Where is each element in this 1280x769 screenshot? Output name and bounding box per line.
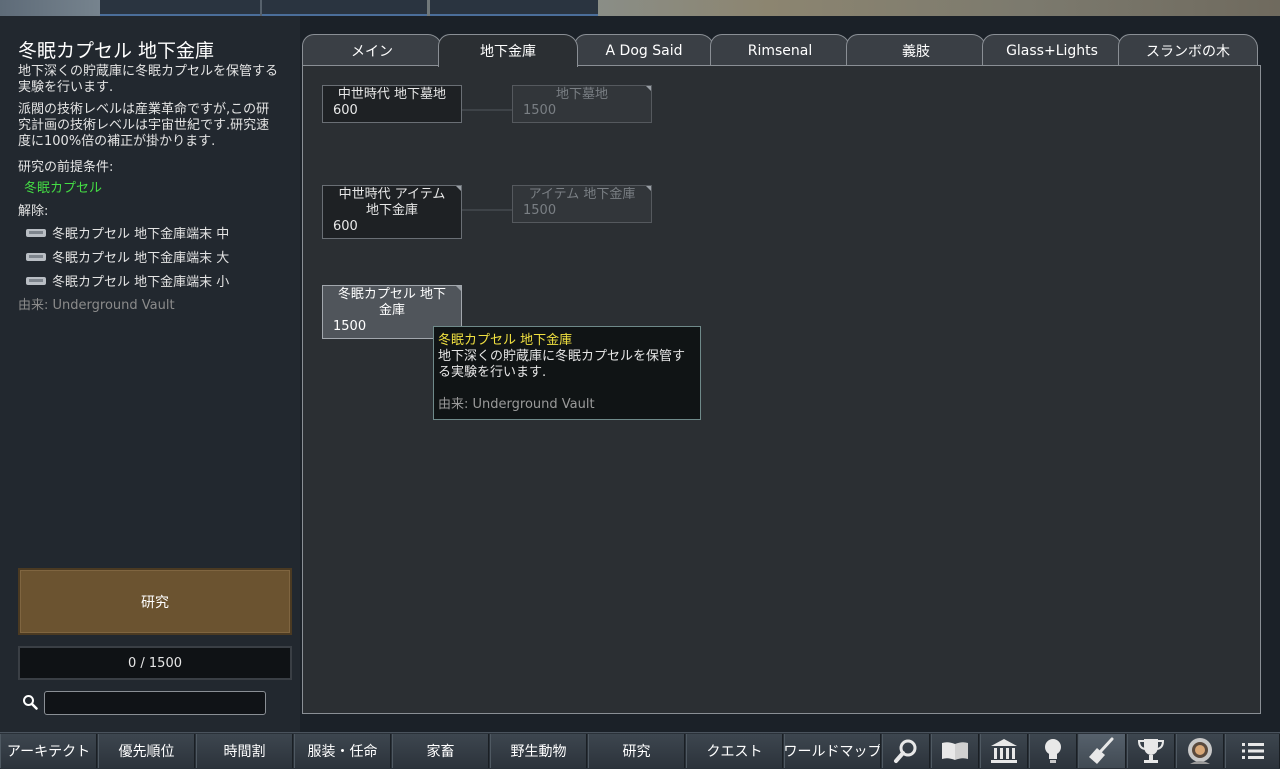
node-cost: 1500	[523, 203, 557, 218]
tree-connector	[462, 209, 512, 211]
project-description: 地下深くの貯蔵庫に冬眠カプセルを保管する実験を行います.	[18, 64, 279, 95]
world-structure	[262, 0, 427, 16]
node-corner-marker	[456, 286, 461, 291]
node-corner-marker	[456, 186, 461, 191]
assign-button[interactable]: 服装・任命	[294, 734, 391, 768]
tab-prosthetics[interactable]: 義肢	[846, 34, 986, 66]
architect-button[interactable]: アーキテクト	[0, 734, 97, 768]
progress-text: 0 / 1500	[128, 655, 182, 671]
node-cost: 1500	[523, 103, 557, 118]
unlock-item[interactable]: 冬眠カプセル 地下金庫端末 中	[26, 223, 229, 242]
book-icon[interactable]	[931, 734, 979, 768]
lightbulb-icon[interactable]	[1029, 734, 1077, 768]
vault-terminal-icon	[26, 227, 46, 239]
node-corner-marker	[646, 86, 651, 91]
tab-main[interactable]: メイン	[302, 34, 442, 66]
search-icon[interactable]	[882, 734, 930, 768]
world-structure	[100, 0, 260, 16]
research-node[interactable]: 中世時代 地下墓地 600	[322, 85, 462, 123]
priorities-button[interactable]: 優先順位	[98, 734, 195, 768]
research-tab-button[interactable]: 研究	[588, 734, 685, 768]
tab-glass-lights[interactable]: Glass+Lights	[982, 34, 1122, 66]
wildlife-button[interactable]: 野生動物	[490, 734, 587, 768]
world-map-button[interactable]: ワールドマップ	[784, 734, 881, 768]
animals-button[interactable]: 家畜	[392, 734, 489, 768]
vault-terminal-icon	[26, 251, 46, 263]
broom-icon[interactable]	[1078, 734, 1126, 768]
prerequisite-item[interactable]: 冬眠カプセル	[24, 177, 102, 196]
world-view-strip	[0, 0, 1280, 16]
node-corner-marker	[646, 186, 651, 191]
trophy-icon[interactable]	[1127, 734, 1175, 768]
tab-underground-vault[interactable]: 地下金庫	[438, 34, 578, 67]
unlock-item[interactable]: 冬眠カプセル 地下金庫端末 大	[26, 247, 229, 266]
research-tabs: メイン 地下金庫 A Dog Said Rimsenal 義肢 Glass+Li…	[302, 34, 1262, 67]
mod-source: 由来: Underground Vault	[18, 298, 175, 313]
vault-terminal-icon	[26, 275, 46, 287]
node-name: 地下墓地	[555, 87, 608, 102]
factions-icon[interactable]	[980, 734, 1028, 768]
node-name: 冬眠カプセル 地下金庫	[337, 287, 447, 318]
menu-list-icon[interactable]	[1225, 734, 1280, 768]
node-cost: 600	[333, 103, 358, 118]
prerequisites-label: 研究の前提条件:	[18, 160, 114, 175]
tooltip-source: 由来: Underground Vault	[438, 397, 595, 412]
research-tooltip: 冬眠カプセル 地下金庫 地下深くの貯蔵庫に冬眠カプセルを保管する実験を行います.…	[433, 326, 701, 420]
main-tab-bar: アーキテクト 優先順位 時間割 服装・任命 家畜 野生動物 研究 クエスト ワー…	[0, 732, 1280, 769]
quests-button[interactable]: クエスト	[686, 734, 783, 768]
tab-slumbo-tree[interactable]: スランボの木	[1118, 34, 1258, 66]
research-node[interactable]: 地下墓地 1500	[512, 85, 652, 123]
search-icon	[23, 695, 38, 710]
research-progress-bar: 0 / 1500	[18, 646, 292, 680]
node-cost: 600	[333, 219, 358, 234]
research-node[interactable]: 中世時代 アイテム 地下金庫 600	[322, 185, 462, 239]
tooltip-title: 冬眠カプセル 地下金庫	[438, 333, 573, 348]
world-structure	[430, 0, 598, 16]
tooltip-description: 地下深くの貯蔵庫に冬眠カプセルを保管する実験を行います.	[438, 349, 686, 380]
tab-rimsenal[interactable]: Rimsenal	[710, 34, 850, 66]
project-title: 冬眠カプセル 地下金庫	[18, 40, 215, 62]
node-name: アイテム 地下金庫	[528, 187, 636, 202]
unlocks-label: 解除:	[18, 204, 49, 219]
tech-level-note: 派閥の技術レベルは産業革命ですが,この研究計画の技術レベルは宇宙世紀です.研究速…	[18, 102, 270, 149]
tree-connector	[462, 109, 512, 111]
node-name: 中世時代 地下墓地	[337, 87, 447, 102]
unlock-item[interactable]: 冬眠カプセル 地下金庫端末 小	[26, 271, 229, 290]
tab-a-dog-said[interactable]: A Dog Said	[574, 34, 714, 66]
schedule-button[interactable]: 時間割	[196, 734, 293, 768]
search-input[interactable]	[44, 691, 266, 715]
research-node[interactable]: アイテム 地下金庫 1500	[512, 185, 652, 223]
research-button[interactable]: 研究	[18, 568, 292, 635]
astronaut-icon[interactable]	[1176, 734, 1224, 768]
node-name: 中世時代 アイテム 地下金庫	[338, 187, 446, 218]
